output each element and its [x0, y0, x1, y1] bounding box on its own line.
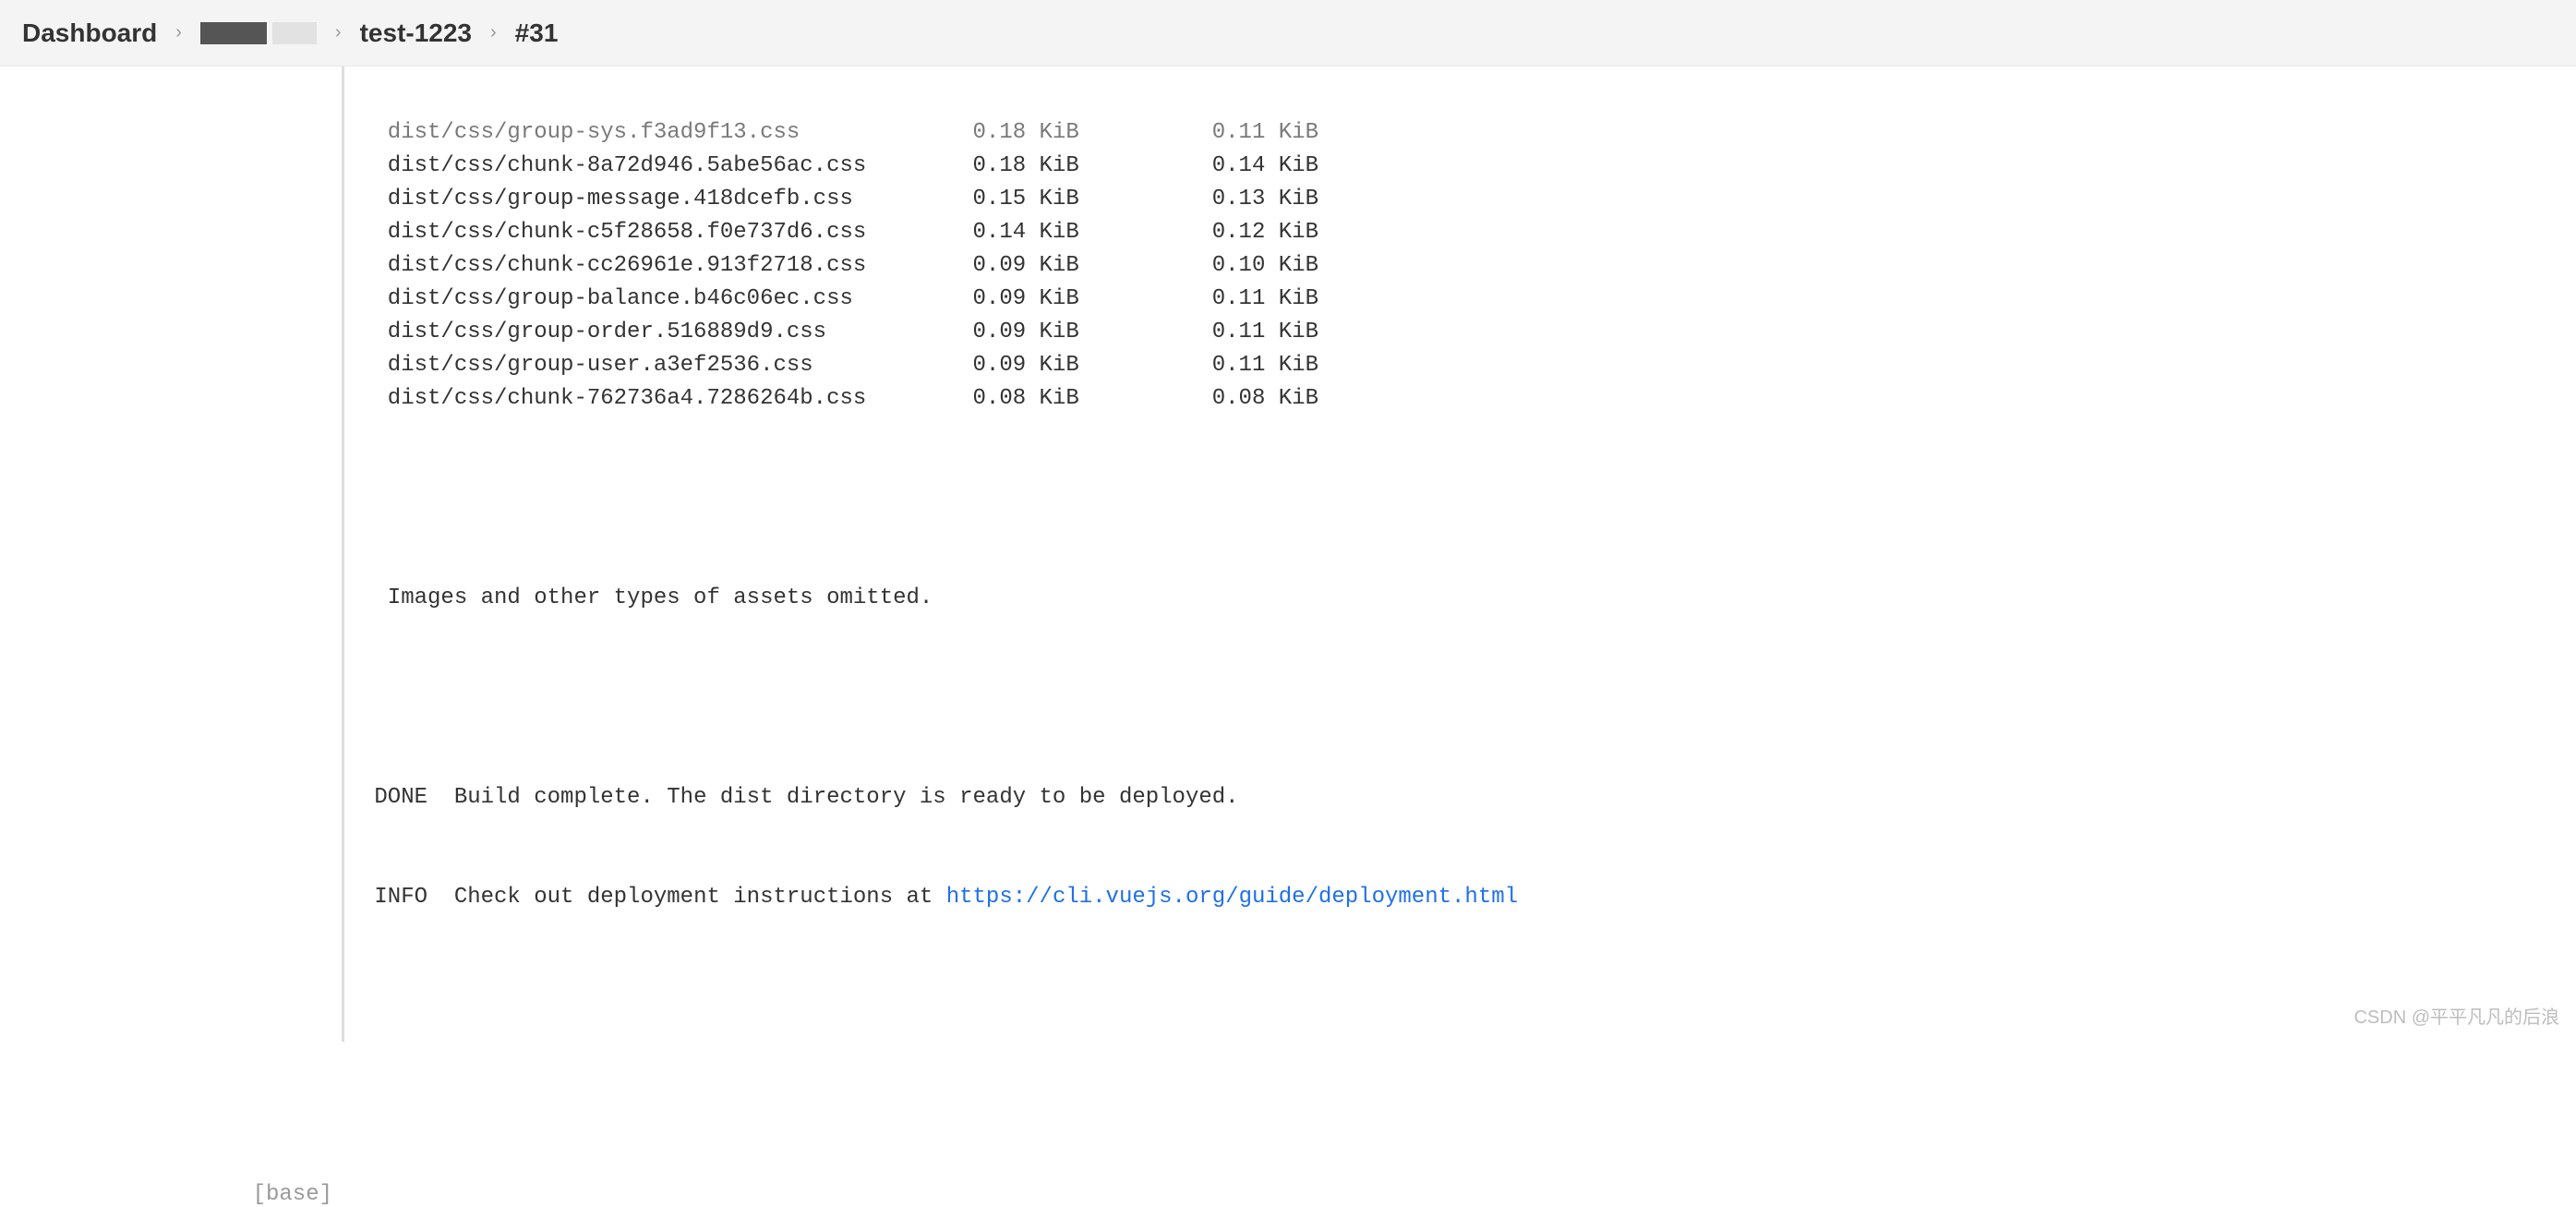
breadcrumb-build-number[interactable]: #31 [515, 18, 559, 48]
file-row: dist/css/chunk-762736a4.7286264b.css 0.0… [361, 382, 2576, 416]
file-row: dist/css/chunk-c5f28658.f0e737d6.css 0.1… [361, 216, 2576, 249]
console-line [361, 981, 2576, 1014]
file-row: dist/css/group-balance.b46c06ec.css 0.09… [361, 283, 2576, 316]
breadcrumb: Dashboard › › test-1223 › #31 [0, 0, 2576, 66]
info-label: INFO [361, 885, 440, 910]
breadcrumb-dashboard[interactable]: Dashboard [22, 18, 157, 48]
file-row: dist/css/group-message.418dcefb.css 0.15… [361, 183, 2576, 216]
console-line: INFO Check out deployment instructions a… [361, 881, 2576, 914]
chevron-right-icon: › [175, 22, 182, 43]
deployment-guide-link[interactable]: https://cli.vuejs.org/guide/deployment.h… [946, 885, 1518, 910]
file-row: dist/css/chunk-8a72d946.5abe56ac.css 0.1… [361, 150, 2576, 183]
breadcrumb-project[interactable]: test-1223 [360, 18, 472, 48]
console-line: Images and other types of assets omitted… [361, 582, 2576, 615]
file-row: dist/css/chunk-cc26961e.913f2718.css 0.0… [361, 249, 2576, 283]
redacted-light [272, 22, 317, 44]
file-row: dist/css/group-sys.f3ad9f13.css 0.18 KiB… [361, 116, 2576, 150]
console-line: DONE Build complete. The dist directory … [361, 781, 2576, 815]
done-label: DONE [361, 785, 440, 810]
gutter-base-label: [base] [253, 1182, 332, 1207]
file-row: dist/css/group-user.a3ef2536.css 0.09 Ki… [361, 349, 2576, 382]
redacted-dark [200, 22, 267, 44]
console-output: dist/css/group-sys.f3ad9f13.css 0.18 KiB… [342, 66, 2576, 1042]
console-line [361, 482, 2576, 515]
console-line [361, 682, 2576, 715]
file-row: dist/css/group-order.516889d9.css 0.09 K… [361, 316, 2576, 349]
info-text: Check out deployment instructions at [440, 885, 945, 910]
done-text: Build complete. The dist directory is re… [440, 785, 1238, 810]
main-content: [base] dist/css/group-sys.f3ad9f13.css 0… [0, 66, 2576, 1042]
console-gutter: [base] [0, 66, 342, 1042]
chevron-right-icon: › [335, 22, 342, 43]
chevron-right-icon: › [490, 22, 497, 43]
breadcrumb-redacted[interactable] [200, 22, 317, 44]
